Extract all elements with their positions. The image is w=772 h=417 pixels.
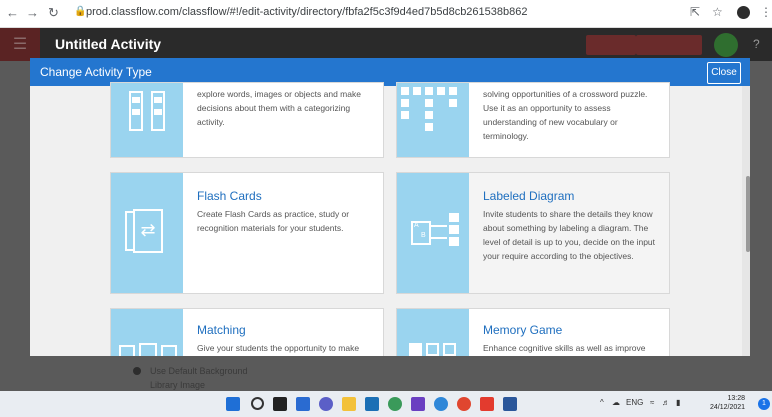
matching-icon [119,343,179,356]
activity-card-matching[interactable]: Matching Give your students the opportun… [110,308,384,356]
browser-toolbar: ← → ↻ 🔒 prod.classflow.com/classflow/#!/… [0,0,772,28]
done-button[interactable] [636,35,702,55]
card-icon-area: A B [397,173,469,293]
card-description: Invite students to share the details the… [483,209,656,261]
close-button[interactable]: Close [707,62,741,84]
app-icon[interactable] [411,397,425,411]
activity-card-categorize[interactable]: explore words, images or objects and mak… [110,82,384,158]
address-bar[interactable]: prod.classflow.com/classflow/#!/edit-act… [86,6,527,18]
card-icon-area [397,83,469,157]
volume-icon[interactable]: ♬ [662,398,670,407]
browser-menu-icon[interactable]: ⋮ [760,5,772,19]
clock[interactable]: 13:28 24/12/2021 [710,394,745,412]
card-description: Give your students the opportunity to ma… [197,343,360,353]
battery-icon[interactable]: ▮ [676,398,680,407]
file-explorer-icon[interactable] [342,397,356,411]
card-title: Matching [197,323,246,337]
activity-card-flash-cards[interactable]: ⇄ Flash Cards Create Flash Cards as prac… [110,172,384,294]
activity-card-crossword[interactable]: solving opportunities of a crossword puz… [396,82,670,158]
crossword-icon [401,87,465,131]
preview-button[interactable] [586,35,636,55]
reload-icon[interactable]: ↻ [48,5,59,21]
office-icon[interactable] [480,397,494,411]
widgets-icon[interactable] [296,397,310,411]
card-description: explore words, images or objects and mak… [197,89,361,127]
memory-game-icon [409,343,459,356]
notification-badge[interactable]: 1 [758,398,770,410]
chevron-up-icon[interactable]: ^ [600,398,604,407]
option-label: Library Image [150,380,206,390]
activity-card-memory-game[interactable]: Memory Game Enhance cognitive skills as … [396,308,670,356]
flash-cards-icon: ⇄ [125,209,169,253]
lock-icon[interactable]: 🔒 [74,6,86,17]
card-title: Labeled Diagram [483,189,575,203]
windows-start-icon[interactable] [226,397,240,411]
dialog-scrollbar-thumb[interactable] [746,176,750,252]
taskbar: ^ ☁ ENG ≈ ♬ ▮ 13:28 24/12/2021 1 [0,391,772,417]
help-icon[interactable]: ? [753,37,760,51]
dialog-title: Change Activity Type [40,65,152,79]
cloud-icon[interactable]: ☁ [612,398,620,407]
edge-icon[interactable] [434,397,448,411]
profile-avatar-icon[interactable] [737,6,750,19]
hamburger-menu-icon[interactable]: ☰ [0,28,40,61]
time: 13:28 [727,395,746,402]
change-activity-type-dialog: Change Activity Type Close explore words… [30,58,750,356]
chat-icon[interactable] [319,397,333,411]
wifi-icon[interactable]: ≈ [650,398,654,407]
activity-card-labeled-diagram[interactable]: A B Labeled Diagram Invite students to s… [396,172,670,294]
activity-title: Untitled Activity [55,36,162,52]
date: 24/12/2021 [710,404,746,411]
word-icon[interactable] [503,397,517,411]
bookmark-star-icon[interactable]: ☆ [712,5,723,19]
user-avatar[interactable] [714,33,738,57]
card-icon-area: ⇄ [111,173,183,293]
forward-arrow-icon[interactable]: → [26,5,39,20]
labeled-diagram-icon: A B [411,213,459,247]
card-title: Flash Cards [197,189,262,203]
back-arrow-icon[interactable]: ← [6,5,19,20]
background-options: Use Default Background Library Image [0,357,772,392]
card-description: Enhance cognitive skills as well as impr… [483,343,646,353]
card-icon-area [111,83,183,157]
app-icon[interactable] [388,397,402,411]
language-indicator[interactable]: ENG [626,398,643,407]
app-header: ☰ Untitled Activity ? [0,28,772,61]
radio-use-default-background[interactable] [133,367,141,375]
card-description: Create Flash Cards as practice, study or… [197,209,350,233]
card-title: Memory Game [483,323,563,337]
card-description: solving opportunities of a crossword puz… [483,89,648,141]
share-icon[interactable]: ⇱ [690,5,700,19]
mail-icon[interactable] [365,397,379,411]
task-view-icon[interactable] [273,397,287,411]
card-icon-area [397,309,469,356]
option-label: Use Default Background [150,366,248,376]
card-icon-area [111,309,183,356]
search-icon[interactable] [251,397,264,410]
chrome-icon[interactable] [457,397,471,411]
categorize-icon [129,91,165,131]
